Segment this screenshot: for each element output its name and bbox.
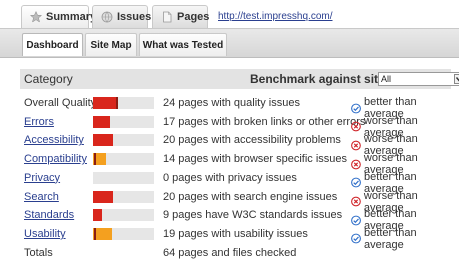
tab-dashboard[interactable]: Dashboard — [22, 33, 83, 56]
benchmark-marker — [116, 97, 118, 109]
tab-dashboard-label: Dashboard — [26, 39, 79, 51]
category-row: Overall Quality 24 pages with quality iss… — [24, 94, 451, 120]
benchmark-marker — [94, 227, 96, 240]
score-bar-fill — [93, 209, 102, 222]
category-name: Overall Quality — [24, 97, 97, 109]
category-name[interactable]: Errors — [24, 116, 54, 128]
category-name: Totals — [24, 246, 53, 259]
category-name[interactable]: Usability — [24, 228, 66, 240]
category-description: 17 pages with broken links or other erro… — [163, 115, 366, 128]
category-row: Errors 17 pages with broken links or othe… — [24, 113, 451, 139]
category-description: 14 pages with browser specific issues — [163, 153, 348, 166]
category-row: Privacy 0 pages with privacy issues better… — [24, 169, 451, 195]
chevron-down-icon[interactable] — [454, 74, 459, 84]
site-url-link[interactable]: http://test.impresshq.com/ — [218, 11, 333, 22]
score-bar — [93, 171, 154, 184]
category-name[interactable]: Accessibility — [24, 134, 84, 146]
tab-what-was-tested-label: What was Tested — [142, 39, 224, 51]
category-description: 20 pages with search engine issues — [163, 190, 338, 203]
category-row: Accessibility 20 pages with accessibility… — [24, 131, 451, 157]
tab-pages-label: Pages — [177, 11, 210, 23]
tab-summary[interactable]: Summary — [21, 5, 96, 28]
score-bar-fill — [93, 97, 116, 109]
score-bar — [93, 153, 154, 166]
benchmark-marker — [94, 153, 96, 166]
tab-site-map[interactable]: Site Map — [85, 33, 137, 56]
benchmark-select-value: All — [381, 74, 392, 84]
category-name[interactable]: Search — [24, 191, 59, 203]
score-bar — [93, 134, 154, 147]
score-bar — [93, 97, 154, 109]
sub-tab-bar: Dashboard Site Map What was Tested — [0, 28, 459, 58]
category-description: 19 pages with usability issues — [163, 227, 308, 240]
category-header: Category Benchmark against sites All — [20, 69, 459, 89]
category-row: Usability 19 pages with usability issues b… — [24, 225, 451, 251]
tab-summary-label: Summary — [46, 11, 97, 23]
category-row: Standards 9 pages have W3C standards issu… — [24, 206, 451, 232]
category-description: 0 pages with privacy issues — [163, 171, 297, 184]
tab-what-was-tested[interactable]: What was Tested — [139, 33, 227, 56]
page-icon — [161, 11, 173, 23]
benchmark-label: Benchmark against sites — [250, 72, 392, 86]
category-description: 24 pages with quality issues — [163, 97, 300, 109]
tab-issues[interactable]: Issues — [92, 5, 152, 28]
tab-site-map-label: Site Map — [90, 39, 132, 51]
category-heading: Category — [24, 72, 73, 86]
category-description: 20 pages with accessibility problems — [163, 134, 341, 147]
score-bar-fill — [93, 115, 110, 128]
category-row: Compatibility 14 pages with browser speci… — [24, 150, 451, 176]
score-bar — [93, 227, 154, 240]
globe-icon — [101, 11, 113, 23]
tab-pages[interactable]: Pages — [152, 5, 210, 28]
category-description: 64 pages and files checked — [163, 246, 297, 259]
star-icon — [29, 10, 43, 23]
benchmark-select[interactable]: All — [378, 72, 459, 86]
category-row: Search 20 pages with search engine issues… — [24, 188, 451, 214]
category-description: 9 pages have W3C standards issues — [163, 209, 343, 222]
score-bar-fill — [93, 134, 113, 147]
category-name[interactable]: Compatibility — [24, 153, 87, 165]
score-bar — [93, 115, 154, 128]
top-tab-strip: Summary Issues Pages http://test.impress… — [0, 0, 459, 28]
score-bar-fill — [93, 190, 113, 203]
category-name[interactable]: Standards — [24, 209, 74, 221]
score-bar — [93, 209, 154, 222]
category-name[interactable]: Privacy — [24, 172, 60, 184]
score-bar — [93, 190, 154, 203]
tab-issues-label: Issues — [117, 11, 152, 23]
